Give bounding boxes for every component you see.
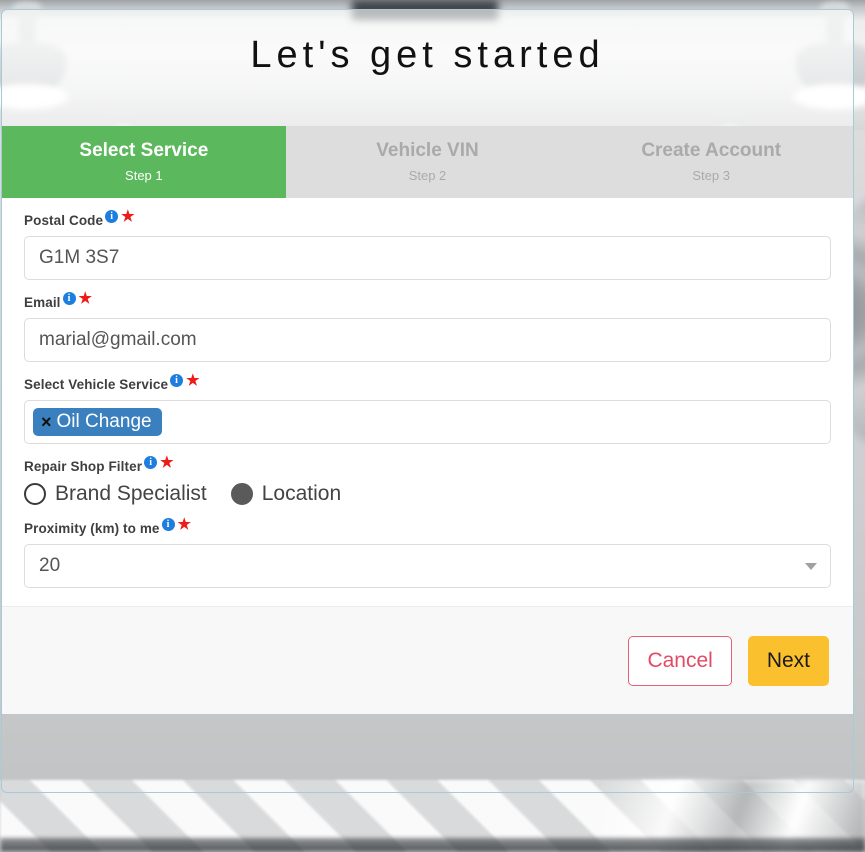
repair-shop-filter-label-text: Repair Shop Filter [24,459,143,474]
field-postal-code: Postal Code i ★ [24,209,831,280]
proximity-selected-value: 20 [39,555,61,576]
tab-vehicle-vin[interactable]: Vehicle VIN Step 2 [285,126,570,198]
repair-shop-filter-radio-group: Brand Specialist Location [24,482,831,506]
field-email: Email i ★ [24,291,831,362]
info-circle-icon[interactable]: i [62,292,76,305]
proximity-label: Proximity (km) to me i ★ [24,517,831,537]
tab-vehicle-vin-sub: Step 2 [408,168,447,184]
onboarding-modal: Let's get started Select Service Step 1 … [1,9,854,793]
postal-code-input[interactable] [24,236,831,280]
cancel-button[interactable]: Cancel [628,635,732,686]
proximity-select[interactable]: 20 [24,544,831,588]
field-vehicle-service: Select Vehicle Service i ★ × Oil Change [24,373,831,444]
info-circle-icon[interactable]: i [161,518,175,531]
email-label-text: Email [24,295,61,310]
tab-create-account-title: Create Account [641,139,782,161]
tab-vehicle-vin-title: Vehicle VIN [376,139,479,161]
required-star-icon: ★ [160,454,174,471]
radio-location-label: Location [261,482,342,505]
repair-shop-filter-label: Repair Shop Filter i ★ [24,455,831,475]
vehicle-service-label: Select Vehicle Service i ★ [24,373,831,393]
field-repair-shop-filter: Repair Shop Filter i ★ Brand Specialist … [24,455,831,506]
info-circle-icon[interactable]: i [105,210,119,223]
proximity-label-text: Proximity (km) to me [24,521,160,536]
email-input[interactable] [24,318,831,362]
postal-code-label-text: Postal Code [24,213,104,228]
required-star-icon: ★ [186,372,200,389]
modal-body: Postal Code i ★ Email i ★ Select Vehicle… [2,198,853,606]
tab-select-service-sub: Step 1 [125,168,163,184]
required-star-icon: ★ [121,208,135,225]
required-star-icon: ★ [78,290,92,307]
radio-brand-specialist-dot[interactable] [24,483,46,505]
tab-create-account-sub: Step 3 [692,168,730,184]
service-chip-label: Oil Change [56,410,152,432]
radio-location[interactable]: Location [230,482,342,506]
radio-brand-specialist-label: Brand Specialist [55,482,207,505]
tab-select-service-title: Select Service [79,139,209,161]
modal-header: Let's get started [2,10,853,126]
remove-chip-icon[interactable]: × [41,413,52,431]
tab-create-account[interactable]: Create Account Step 3 [569,126,853,198]
info-circle-icon[interactable]: i [170,374,184,387]
radio-brand-specialist[interactable]: Brand Specialist [24,482,207,506]
page-title: Let's get started [250,34,605,76]
email-label: Email i ★ [24,291,831,311]
postal-code-label: Postal Code i ★ [24,209,831,229]
modal-footer: Cancel Next [2,606,853,714]
service-chip-oil-change[interactable]: × Oil Change [33,407,162,437]
tab-select-service[interactable]: Select Service Step 1 [2,126,286,198]
vehicle-service-label-text: Select Vehicle Service [24,377,169,392]
field-proximity: Proximity (km) to me i ★ 20 [24,517,831,588]
required-star-icon: ★ [177,516,191,533]
vehicle-service-multiselect[interactable]: × Oil Change [24,400,831,444]
proximity-select-wrapper: 20 [24,544,831,588]
radio-location-dot[interactable] [230,483,253,505]
step-tabs: Select Service Step 1 Vehicle VIN Step 2… [2,126,853,198]
background-floor-shadow [0,838,865,852]
info-circle-icon[interactable]: i [144,456,158,469]
screenshot-root: Let's get started Select Service Step 1 … [0,0,865,852]
next-button[interactable]: Next [747,635,829,686]
